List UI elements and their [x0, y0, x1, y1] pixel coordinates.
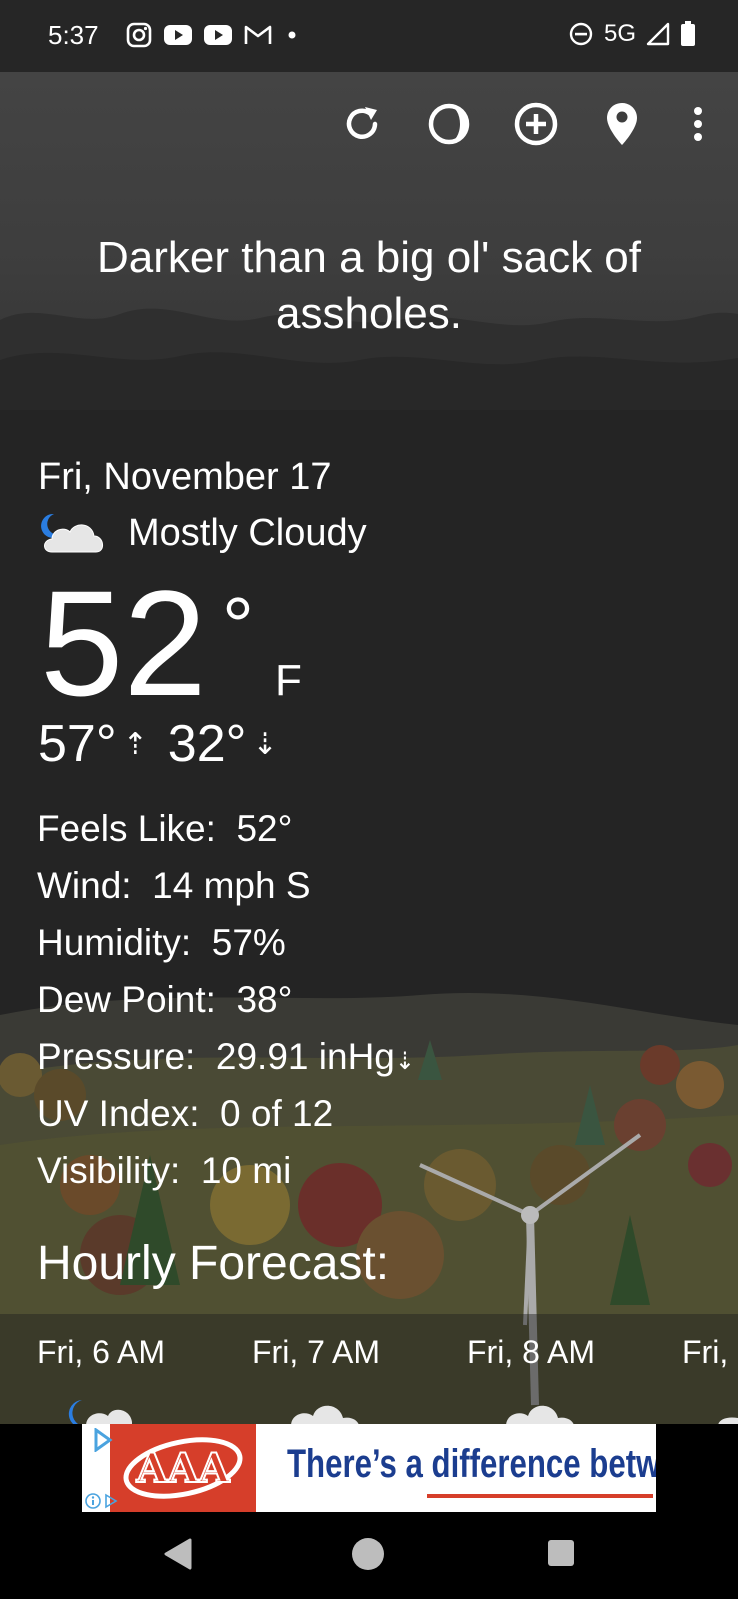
youtube-icon: [164, 25, 192, 45]
hourly-item[interactable]: Fri, 6 AM: [37, 1334, 165, 1371]
detail-wind: Wind: 14 mph S: [37, 857, 415, 914]
gmail-icon: [244, 25, 272, 44]
low-temp: 32°: [167, 715, 247, 773]
partly-cloudy-night-icon: [68, 1400, 132, 1424]
theme-button[interactable]: [421, 96, 477, 152]
ad-banner[interactable]: AAA There’s a difference betw: [82, 1424, 656, 1512]
ad-underline: [427, 1494, 653, 1498]
battery-icon: [681, 21, 695, 46]
add-location-icon: [514, 102, 558, 146]
system-icons: 5G: [568, 20, 696, 48]
detail-feels-like: Feels Like: 52°: [37, 800, 415, 857]
detail-label: Feels Like:: [37, 808, 216, 849]
ad-container: AAA There’s a difference betw: [0, 1424, 738, 1516]
status-bar: 5:37 5G: [0, 0, 738, 72]
weather-quote: Darker than a big ol' sack of assholes.: [96, 233, 641, 338]
signal-icon: [646, 22, 670, 46]
hourly-item[interactable]: Fri, 8 AM: [467, 1334, 595, 1371]
detail-value: 52°: [236, 808, 293, 849]
refresh-icon: [346, 107, 378, 139]
theme-icon: [428, 103, 470, 145]
current-temperature: 52: [40, 559, 207, 727]
toolbar: [0, 96, 738, 152]
hourly-forecast-title: Hourly Forecast:: [37, 1237, 390, 1290]
current-date: Fri, November 17: [38, 456, 332, 498]
detail-dew-point: Dew Point: 38°: [37, 971, 415, 1028]
back-icon[interactable]: [160, 1536, 194, 1572]
detail-visibility: Visibility: 10 mi: [37, 1142, 415, 1199]
detail-value: 10 mi: [200, 1150, 292, 1191]
home-icon[interactable]: [350, 1536, 386, 1572]
degree-symbol: °: [222, 581, 254, 670]
hour-label: Fri, 7 AM: [252, 1334, 381, 1370]
detail-pressure: Pressure: 29.91 inHg⇣: [37, 1028, 415, 1085]
condition-row: Mostly Cloudy: [38, 510, 367, 556]
cloud-icon: [718, 1417, 738, 1424]
navigation-bar: [0, 1516, 738, 1599]
hour-label: Fri,: [682, 1334, 729, 1370]
aaa-logo-icon: AAA: [123, 1437, 243, 1499]
hour-label: Fri, 6 AM: [37, 1334, 166, 1370]
detail-label: Dew Point:: [37, 979, 216, 1020]
detail-value: 14 mph S: [152, 865, 311, 906]
detail-label: Visibility:: [37, 1150, 181, 1191]
location-button[interactable]: [594, 96, 650, 152]
ad-logo-block: AAA: [110, 1424, 256, 1512]
ad-headline: There’s a difference betw: [287, 1442, 656, 1486]
location-pin-icon: [607, 103, 637, 145]
condition-text: Mostly Cloudy: [128, 511, 367, 554]
instagram-icon: [126, 22, 152, 48]
high-low: 57° ⇡ 32° ⇣: [38, 714, 278, 774]
status-time: 5:37: [48, 20, 99, 50]
more-vert-icon: [694, 107, 702, 141]
do-not-disturb-icon: [569, 22, 593, 46]
ad-brand: AAA: [135, 1445, 230, 1492]
pressure-falling-icon: ⇣: [394, 1048, 415, 1075]
hourly-item[interactable]: Fri,: [682, 1334, 728, 1371]
partly-cloudy-night-icon: [41, 513, 103, 553]
cloud-icon: [291, 1405, 359, 1424]
high-temp: 57°: [38, 715, 117, 773]
detail-value: 57%: [211, 922, 286, 963]
youtube-icon: [204, 25, 232, 45]
refresh-button[interactable]: [334, 96, 390, 152]
arrow-up-icon: ⇡: [122, 727, 148, 761]
dot-icon: [288, 31, 296, 39]
notification-icons: [126, 22, 300, 48]
more-options-button[interactable]: [670, 96, 726, 152]
temperature-unit: F: [275, 656, 302, 705]
recents-icon[interactable]: [546, 1538, 576, 1568]
detail-uv-index: UV Index: 0 of 12: [37, 1085, 415, 1142]
network-type: 5G: [603, 20, 636, 47]
arrow-down-icon: ⇣: [252, 727, 278, 761]
ad-info-icon[interactable]: [84, 1492, 120, 1510]
detail-label: Humidity:: [37, 922, 192, 963]
add-location-button[interactable]: [508, 96, 564, 152]
hourly-item[interactable]: Fri, 7 AM: [252, 1334, 380, 1371]
detail-label: UV Index:: [37, 1093, 200, 1134]
detail-humidity: Humidity: 57%: [37, 914, 415, 971]
hour-label: Fri, 8 AM: [467, 1334, 596, 1370]
detail-label: Wind:: [37, 865, 132, 906]
detail-value: 38°: [236, 979, 293, 1020]
detail-label: Pressure:: [37, 1036, 196, 1077]
cloud-icon: [506, 1405, 574, 1424]
weather-details: Feels Like: 52° Wind: 14 mph S Humidity:…: [37, 800, 415, 1199]
detail-value: 0 of 12: [220, 1093, 334, 1134]
hourly-forecast-list[interactable]: Fri, 6 AM Fri, 7 AM Fri, 8 AM Fri,: [0, 1314, 738, 1424]
adchoices-icon[interactable]: [90, 1428, 114, 1452]
detail-value: 29.91 inHg: [215, 1036, 395, 1077]
